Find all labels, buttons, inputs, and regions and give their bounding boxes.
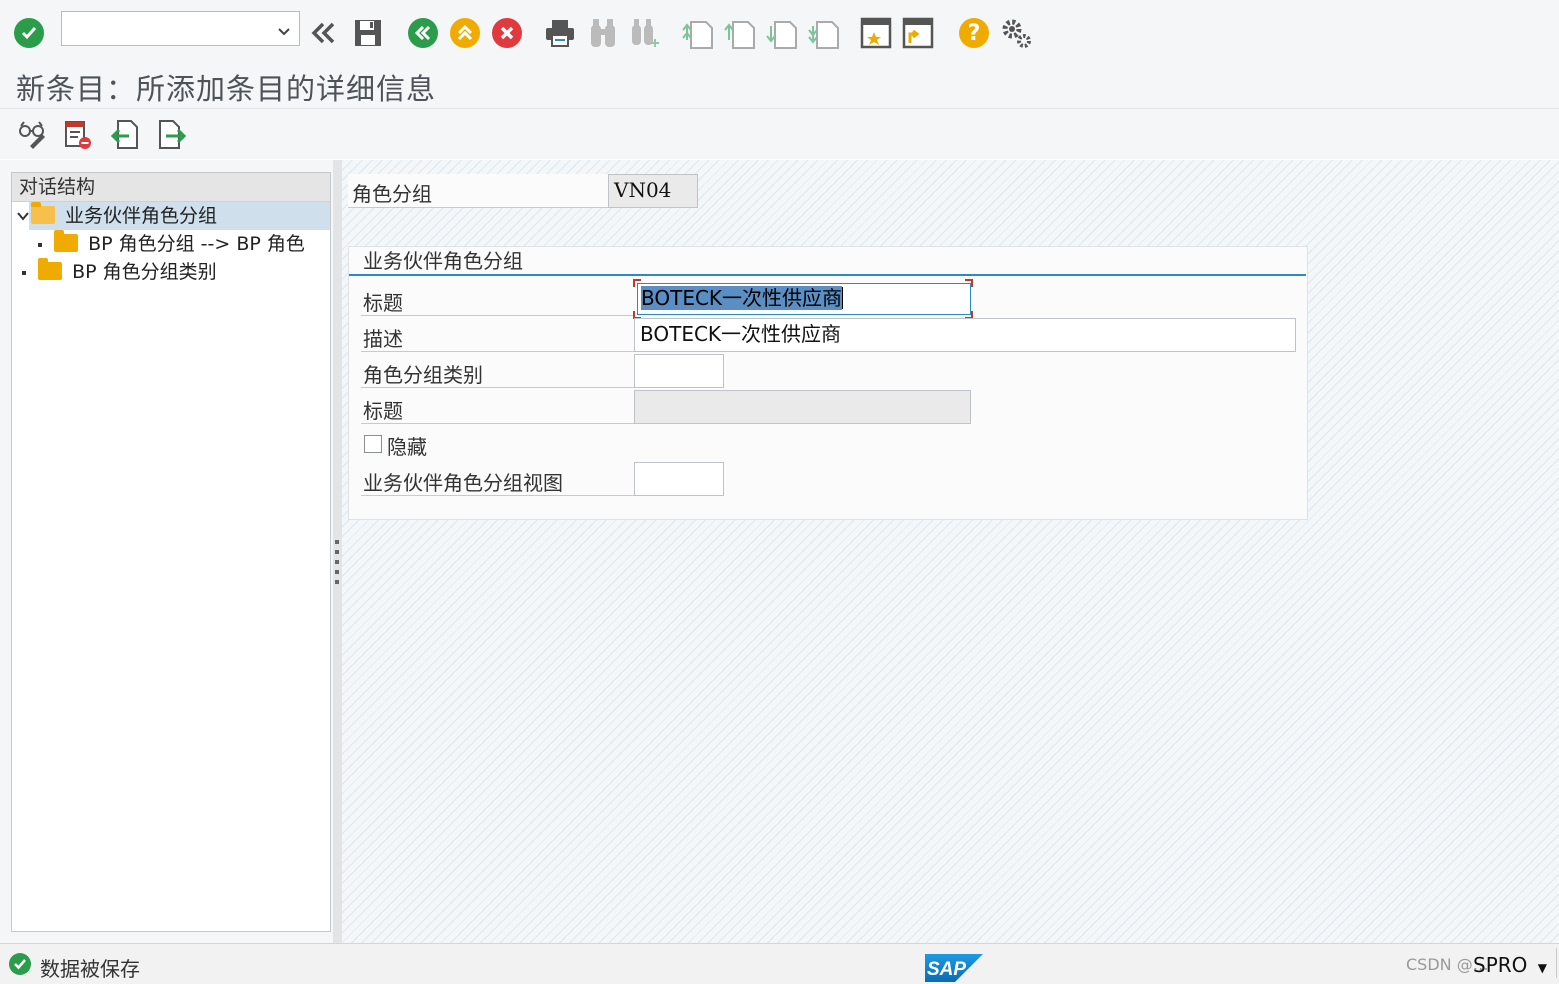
- transaction-code[interactable]: SPRO ▼: [1473, 953, 1547, 977]
- create-session-icon[interactable]: [858, 13, 894, 53]
- help-icon[interactable]: ?: [956, 13, 992, 53]
- enter-icon[interactable]: [11, 13, 47, 53]
- transaction-code-label: SPRO: [1473, 953, 1528, 977]
- settings-icon[interactable]: [998, 13, 1034, 53]
- exit-icon[interactable]: [447, 13, 483, 53]
- bp-role-grouping-group: 业务伙伴角色分组 标题 BOTECK一次性供应商 描述 BOTECK一次性供应商…: [348, 246, 1308, 520]
- role-grouping-label: 角色分组: [352, 182, 432, 206]
- command-field[interactable]: [61, 11, 300, 46]
- title-label: 标题: [363, 291, 403, 315]
- print-icon[interactable]: [542, 13, 578, 53]
- title-input-value: BOTECK一次性供应商: [641, 286, 843, 310]
- tree-item-label: 业务伙伴角色分组: [65, 205, 218, 227]
- label-underline: [361, 387, 635, 388]
- sap-logo: SAP: [925, 954, 983, 982]
- previous-entry-icon[interactable]: [108, 117, 142, 151]
- category-title-label: 标题: [363, 399, 403, 423]
- next-page-icon[interactable]: [764, 13, 800, 53]
- find-icon[interactable]: [585, 13, 621, 53]
- folder-open-icon: [31, 202, 55, 224]
- chevron-down-icon[interactable]: ▼: [1538, 961, 1547, 975]
- tree-item-label: BP 角色分组类别: [72, 261, 217, 283]
- text-cursor: [842, 287, 844, 309]
- command-input[interactable]: [66, 12, 270, 44]
- system-toolbar: ?: [0, 0, 1559, 61]
- title-bar: 新条目：所添加条目的详细信息: [0, 60, 1559, 109]
- last-page-icon[interactable]: [806, 13, 842, 53]
- dialog-structure-tree: 对话结构 业务伙伴角色分组 BP 角色分组 --> BP 角色 BP 角色分组类…: [11, 172, 331, 932]
- first-page-icon[interactable]: [680, 13, 716, 53]
- splitter-grip: [335, 580, 339, 584]
- category-input[interactable]: [634, 354, 724, 388]
- status-bar: 数据被保存 SAP CSDN @… SPRO ▼: [0, 943, 1559, 984]
- tree-item-bp-role-grouping-category[interactable]: BP 角色分组类别: [22, 258, 217, 286]
- folder-icon: [38, 258, 63, 280]
- next-entry-icon[interactable]: [155, 117, 189, 151]
- shortcut-icon[interactable]: [900, 13, 936, 53]
- cancel-icon[interactable]: [489, 13, 525, 53]
- svg-text:SAP: SAP: [927, 959, 966, 980]
- splitter-grip: [335, 560, 339, 564]
- display-change-icon[interactable]: [15, 117, 49, 151]
- label-underline: [348, 207, 608, 208]
- group-title: 业务伙伴角色分组: [363, 249, 523, 273]
- tree-item-label: BP 角色分组 --> BP 角色: [88, 233, 305, 255]
- status-divider: [1556, 948, 1557, 978]
- hidden-checkbox[interactable]: [364, 435, 382, 453]
- page-title: 新条目：所添加条目的详细信息: [16, 72, 437, 106]
- splitter-grip: [335, 550, 339, 554]
- label-underline: [361, 351, 635, 352]
- hidden-label: 隐藏: [387, 435, 427, 459]
- save-icon[interactable]: [350, 13, 386, 53]
- label-underline: [361, 315, 635, 316]
- label-underline: [361, 423, 635, 424]
- status-message[interactable]: 数据被保存: [40, 953, 140, 982]
- tree-item-bp-role-grouping[interactable]: 业务伙伴角色分组: [17, 202, 330, 230]
- view-label: 业务伙伴角色分组视图: [363, 471, 563, 495]
- category-label: 角色分组类别: [363, 363, 483, 387]
- description-input[interactable]: BOTECK一次性供应商: [634, 318, 1296, 352]
- focus-corner: [965, 279, 973, 287]
- splitter-grip: [335, 570, 339, 574]
- tree-header: 对话结构: [12, 173, 330, 202]
- dialog-structure-pane: 对话结构 业务伙伴角色分组 BP 角色分组 --> BP 角色 BP 角色分组类…: [0, 160, 333, 943]
- application-toolbar: [0, 109, 1559, 159]
- group-title-underline: [349, 274, 1306, 276]
- previous-page-icon[interactable]: [722, 13, 758, 53]
- folder-icon: [54, 230, 79, 252]
- pane-splitter[interactable]: [333, 160, 342, 943]
- bullet-icon: [38, 242, 42, 247]
- chevron-down-icon[interactable]: [277, 22, 291, 41]
- back-history-icon[interactable]: [305, 13, 341, 53]
- category-title-field: [634, 390, 971, 424]
- delete-icon[interactable]: [61, 117, 95, 151]
- role-grouping-field: VN04: [608, 174, 698, 208]
- tree-item-bp-role-grouping-to-role[interactable]: BP 角色分组 --> BP 角色: [38, 230, 305, 258]
- detail-pane: 角色分组 VN04 业务伙伴角色分组 标题 BOTECK一次性供应商 描述 BO…: [342, 160, 1559, 943]
- back-icon[interactable]: [405, 13, 441, 53]
- success-icon: [9, 953, 31, 975]
- label-underline: [361, 495, 635, 496]
- focus-corner: [633, 279, 641, 287]
- chevron-down-icon[interactable]: [17, 202, 29, 230]
- splitter-grip: [335, 540, 339, 544]
- find-next-icon[interactable]: [627, 13, 663, 53]
- description-label: 描述: [363, 327, 403, 351]
- bullet-icon: [22, 270, 26, 275]
- title-input[interactable]: BOTECK一次性供应商: [637, 283, 971, 315]
- view-input[interactable]: [634, 462, 724, 496]
